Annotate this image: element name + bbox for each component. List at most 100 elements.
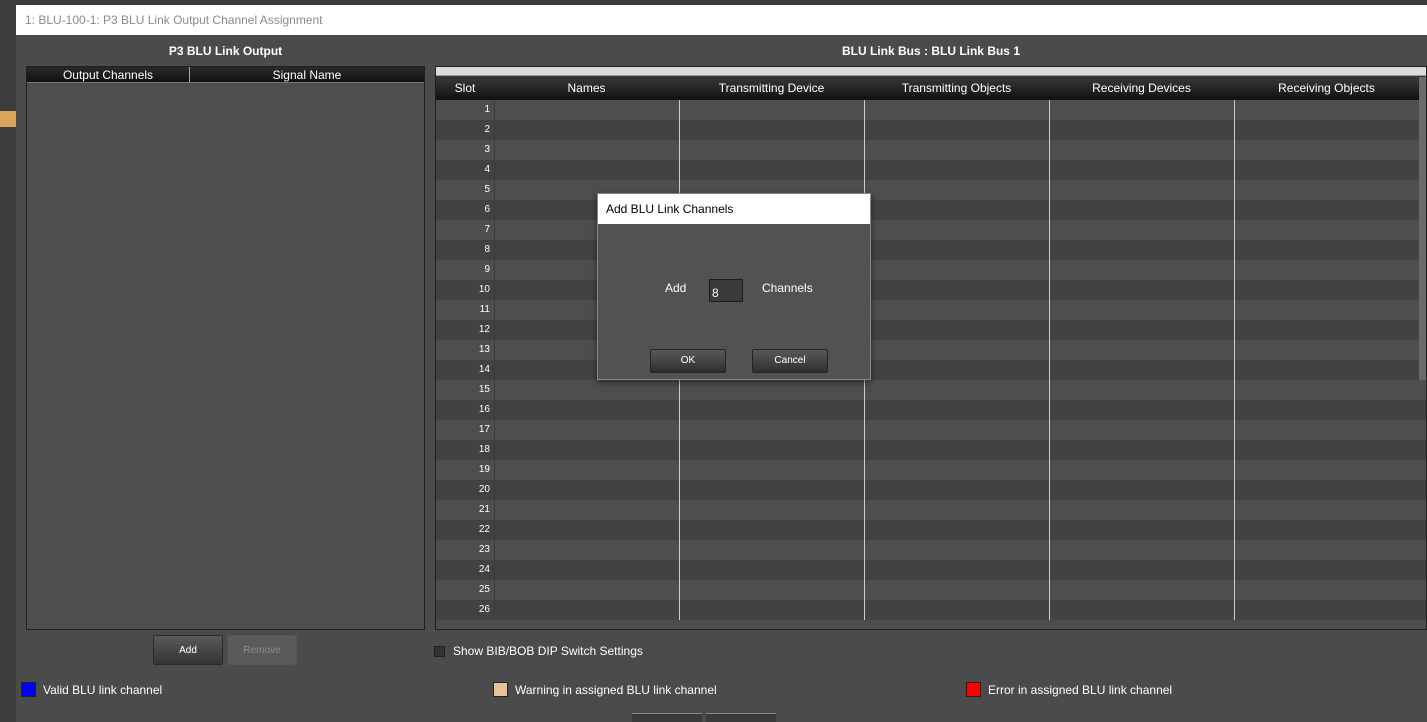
grid-cell[interactable] <box>864 580 1049 600</box>
grid-cell[interactable] <box>494 440 679 460</box>
grid-cell[interactable] <box>1049 280 1234 300</box>
grid-cell[interactable] <box>494 120 679 140</box>
grid-cell[interactable] <box>1234 300 1419 320</box>
grid-cell[interactable] <box>1049 560 1234 580</box>
grid-cell[interactable] <box>1234 540 1419 560</box>
grid-cell[interactable] <box>1234 400 1419 420</box>
grid-cell[interactable] <box>1234 580 1419 600</box>
grid-cell[interactable] <box>1049 220 1234 240</box>
grid-cell[interactable] <box>679 140 864 160</box>
grid-cell[interactable] <box>864 280 1049 300</box>
grid-cell[interactable] <box>1049 140 1234 160</box>
grid-cell[interactable] <box>494 420 679 440</box>
table-row[interactable]: 5 <box>436 180 1426 200</box>
grid-cell[interactable] <box>864 100 1049 120</box>
grid-cell[interactable] <box>679 100 864 120</box>
grid-cell[interactable] <box>864 540 1049 560</box>
column-header-transmitting-objects[interactable]: Transmitting Objects <box>864 76 1049 100</box>
grid-cell[interactable] <box>864 140 1049 160</box>
grid-cell[interactable] <box>1049 380 1234 400</box>
grid-cell[interactable] <box>1234 360 1419 380</box>
grid-cell[interactable] <box>864 300 1049 320</box>
grid-cell[interactable] <box>864 500 1049 520</box>
table-row[interactable]: 16 <box>436 400 1426 420</box>
table-row[interactable]: 14 <box>436 360 1426 380</box>
grid-cell[interactable] <box>1049 500 1234 520</box>
table-row[interactable]: 15 <box>436 380 1426 400</box>
column-header-receiving-devices[interactable]: Receiving Devices <box>1049 76 1234 100</box>
grid-cell[interactable] <box>864 380 1049 400</box>
table-row[interactable]: 10 <box>436 280 1426 300</box>
grid-cell[interactable] <box>494 380 679 400</box>
channel-count-input[interactable] <box>709 279 743 302</box>
grid-cell[interactable] <box>1234 220 1419 240</box>
table-row[interactable]: 19 <box>436 460 1426 480</box>
grid-cell[interactable] <box>1234 460 1419 480</box>
grid-cell[interactable] <box>864 560 1049 580</box>
grid-cell[interactable] <box>679 400 864 420</box>
grid-cell[interactable] <box>1049 360 1234 380</box>
grid-cell[interactable] <box>1049 200 1234 220</box>
table-row[interactable]: 8 <box>436 240 1426 260</box>
blu-link-bus-grid[interactable]: Slot Names Transmitting Device Transmitt… <box>435 66 1427 630</box>
grid-cell[interactable] <box>1234 320 1419 340</box>
grid-cell[interactable] <box>1234 500 1419 520</box>
grid-cell[interactable] <box>1049 460 1234 480</box>
grid-cell[interactable] <box>1234 100 1419 120</box>
grid-cell[interactable] <box>864 160 1049 180</box>
grid-cell[interactable] <box>864 460 1049 480</box>
table-row[interactable]: 4 <box>436 160 1426 180</box>
grid-cell[interactable] <box>864 340 1049 360</box>
grid-cell[interactable] <box>1049 240 1234 260</box>
grid-cell[interactable] <box>494 600 679 620</box>
grid-cell[interactable] <box>1234 420 1419 440</box>
grid-cell[interactable] <box>679 160 864 180</box>
grid-cell[interactable] <box>864 220 1049 240</box>
table-row[interactable]: 25 <box>436 580 1426 600</box>
grid-cell[interactable] <box>679 520 864 540</box>
vertical-scrollbar-thumb[interactable] <box>1419 77 1426 380</box>
grid-cell[interactable] <box>494 400 679 420</box>
grid-cell[interactable] <box>864 480 1049 500</box>
grid-cell[interactable] <box>494 500 679 520</box>
grid-cell[interactable] <box>864 440 1049 460</box>
grid-cell[interactable] <box>864 420 1049 440</box>
table-row[interactable]: 7 <box>436 220 1426 240</box>
grid-cell[interactable] <box>1234 240 1419 260</box>
grid-cell[interactable] <box>494 160 679 180</box>
dip-switch-checkbox[interactable] <box>434 645 445 657</box>
grid-cell[interactable] <box>679 460 864 480</box>
grid-cell[interactable] <box>864 520 1049 540</box>
bottom-button-stub[interactable] <box>632 713 702 722</box>
grid-cell[interactable] <box>1234 180 1419 200</box>
grid-cell[interactable] <box>1049 440 1234 460</box>
table-row[interactable]: 22 <box>436 520 1426 540</box>
cancel-button[interactable]: Cancel <box>752 349 828 373</box>
table-row[interactable]: 17 <box>436 420 1426 440</box>
grid-cell[interactable] <box>679 480 864 500</box>
table-row[interactable]: 26 <box>436 600 1426 620</box>
column-header-names[interactable]: Names <box>494 76 679 100</box>
grid-cell[interactable] <box>1234 480 1419 500</box>
grid-cell[interactable] <box>679 580 864 600</box>
grid-cell[interactable] <box>864 260 1049 280</box>
column-header-output-channels[interactable]: Output Channels <box>27 67 190 82</box>
grid-cell[interactable] <box>1234 520 1419 540</box>
grid-cell[interactable] <box>864 120 1049 140</box>
grid-cell[interactable] <box>864 360 1049 380</box>
grid-cell[interactable] <box>494 580 679 600</box>
grid-cell[interactable] <box>1049 300 1234 320</box>
show-dip-switch-toggle[interactable]: Show BIB/BOB DIP Switch Settings <box>434 644 643 658</box>
grid-cell[interactable] <box>1049 540 1234 560</box>
grid-cell[interactable] <box>1049 480 1234 500</box>
grid-cell[interactable] <box>1049 400 1234 420</box>
grid-cell[interactable] <box>1049 180 1234 200</box>
table-row[interactable]: 11 <box>436 300 1426 320</box>
grid-cell[interactable] <box>1234 140 1419 160</box>
grid-cell[interactable] <box>494 100 679 120</box>
add-button[interactable]: Add <box>153 635 223 665</box>
grid-cell[interactable] <box>1234 160 1419 180</box>
bottom-button-stub[interactable] <box>706 713 776 722</box>
grid-cell[interactable] <box>494 460 679 480</box>
table-row[interactable]: 24 <box>436 560 1426 580</box>
